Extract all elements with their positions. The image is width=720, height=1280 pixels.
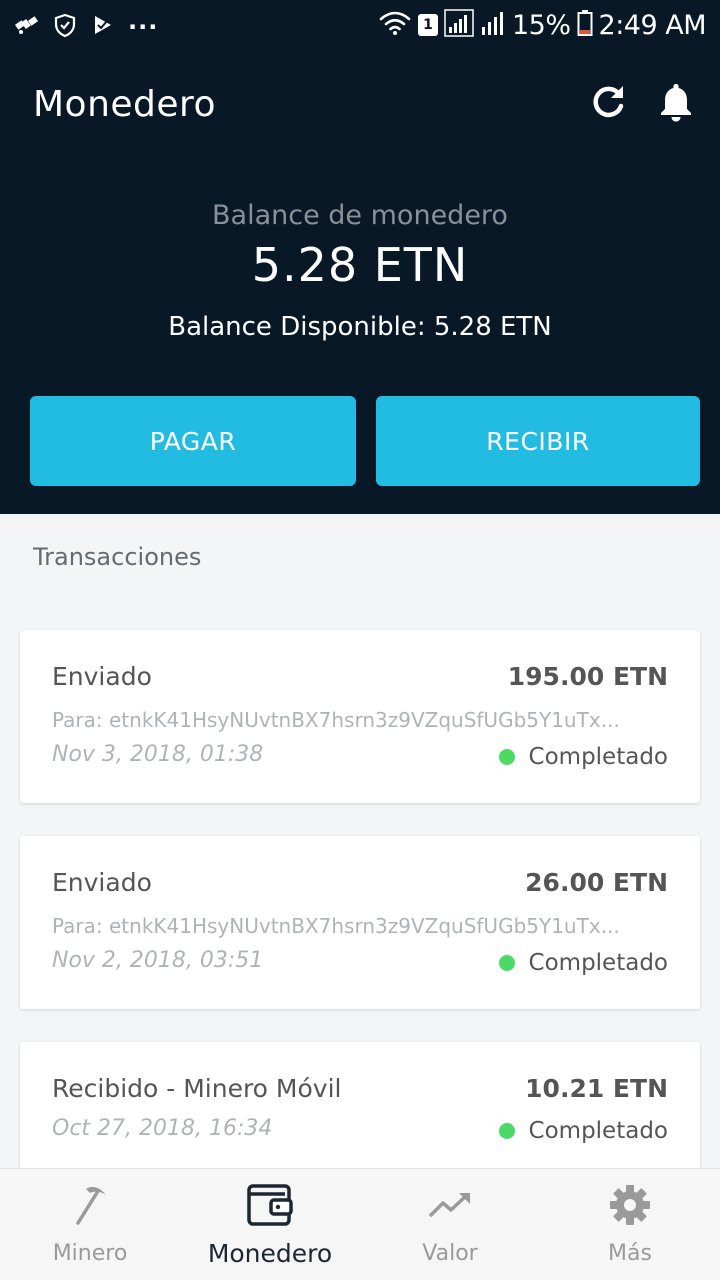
wallet-header: Monedero Balance de monedero 5.28 ETN Ba… (0, 50, 720, 514)
transaction-amount: 195.00 ETN (507, 662, 668, 691)
status-notifications: ... (14, 7, 158, 37)
more-notifications: ... (128, 7, 159, 35)
trend-up-icon (424, 1179, 476, 1231)
transaction-type: Recibido - Minero Móvil (52, 1074, 342, 1103)
receive-button[interactable]: RECIBIR (376, 396, 700, 486)
satellite-icon (14, 13, 40, 37)
pay-button[interactable]: PAGAR (30, 396, 356, 486)
bottom-nav: Minero Monedero Valor Más (0, 1168, 720, 1280)
status-label: Completado (528, 1118, 668, 1144)
transaction-date: Nov 2, 2018, 03:51 (52, 948, 264, 973)
balance-value: 5.28 ETN (251, 238, 469, 292)
balance-label: Balance de monedero (212, 200, 508, 231)
status-label: Completado (528, 950, 668, 976)
wallet-icon (244, 1179, 296, 1231)
signal-icon-1 (444, 9, 474, 41)
transaction-recipient: Para: etnkK41HsyNUvtnBX7hsrn3z9VZquSfUGb… (52, 708, 620, 732)
battery-percent: 15% (512, 9, 571, 41)
bell-icon[interactable] (654, 80, 698, 124)
check-flag-icon (90, 13, 116, 37)
nav-item-wallet[interactable]: Monedero (180, 1169, 360, 1280)
status-dot-icon (498, 749, 515, 765)
transaction-card[interactable]: Enviado 26.00 ETN Para: etnkK41HsyNUvtnB… (20, 836, 700, 1009)
transaction-status: Completado (498, 950, 668, 976)
signal-icon-2 (480, 9, 506, 41)
transaction-card[interactable]: Enviado 195.00 ETN Para: etnkK41HsyNUvtn… (20, 630, 700, 803)
status-bar: ... 1 15% 2:49 AM (0, 0, 720, 50)
nav-item-miner[interactable]: Minero (0, 1169, 180, 1280)
transaction-type: Enviado (52, 868, 152, 897)
wifi-icon (378, 10, 412, 40)
transaction-date: Nov 3, 2018, 01:38 (52, 742, 264, 767)
available-balance: Balance Disponible: 5.28 ETN (168, 312, 552, 342)
nav-item-value[interactable]: Valor (360, 1169, 540, 1280)
nav-label: Monedero (207, 1239, 333, 1268)
transaction-recipient: Para: etnkK41HsyNUvtnBX7hsrn3z9VZquSfUGb… (52, 914, 620, 938)
status-label: Completado (528, 744, 668, 770)
transaction-amount: 10.21 ETN (525, 1074, 668, 1103)
shield-icon (52, 13, 78, 37)
battery-icon (577, 9, 593, 41)
status-dot-icon (498, 1123, 515, 1139)
transaction-date: Oct 27, 2018, 16:34 (52, 1116, 273, 1141)
status-system: 1 15% 2:49 AM (378, 9, 707, 41)
transaction-status: Completado (498, 744, 668, 770)
transaction-status: Completado (498, 1118, 668, 1144)
pickaxe-icon (64, 1179, 116, 1231)
transaction-type: Enviado (52, 662, 152, 691)
nav-item-more[interactable]: Más (540, 1169, 720, 1280)
gear-icon (604, 1179, 656, 1231)
refresh-icon[interactable] (586, 80, 630, 124)
transaction-amount: 26.00 ETN (525, 868, 668, 897)
clock: 2:49 AM (598, 9, 707, 41)
status-dot-icon (498, 955, 515, 971)
nav-label: Minero (52, 1241, 128, 1266)
sim-badge: 1 (418, 14, 438, 36)
transactions-title: Transacciones (33, 543, 202, 571)
nav-label: Más (608, 1241, 652, 1266)
page-title: Monedero (33, 84, 217, 125)
nav-label: Valor (422, 1241, 478, 1266)
